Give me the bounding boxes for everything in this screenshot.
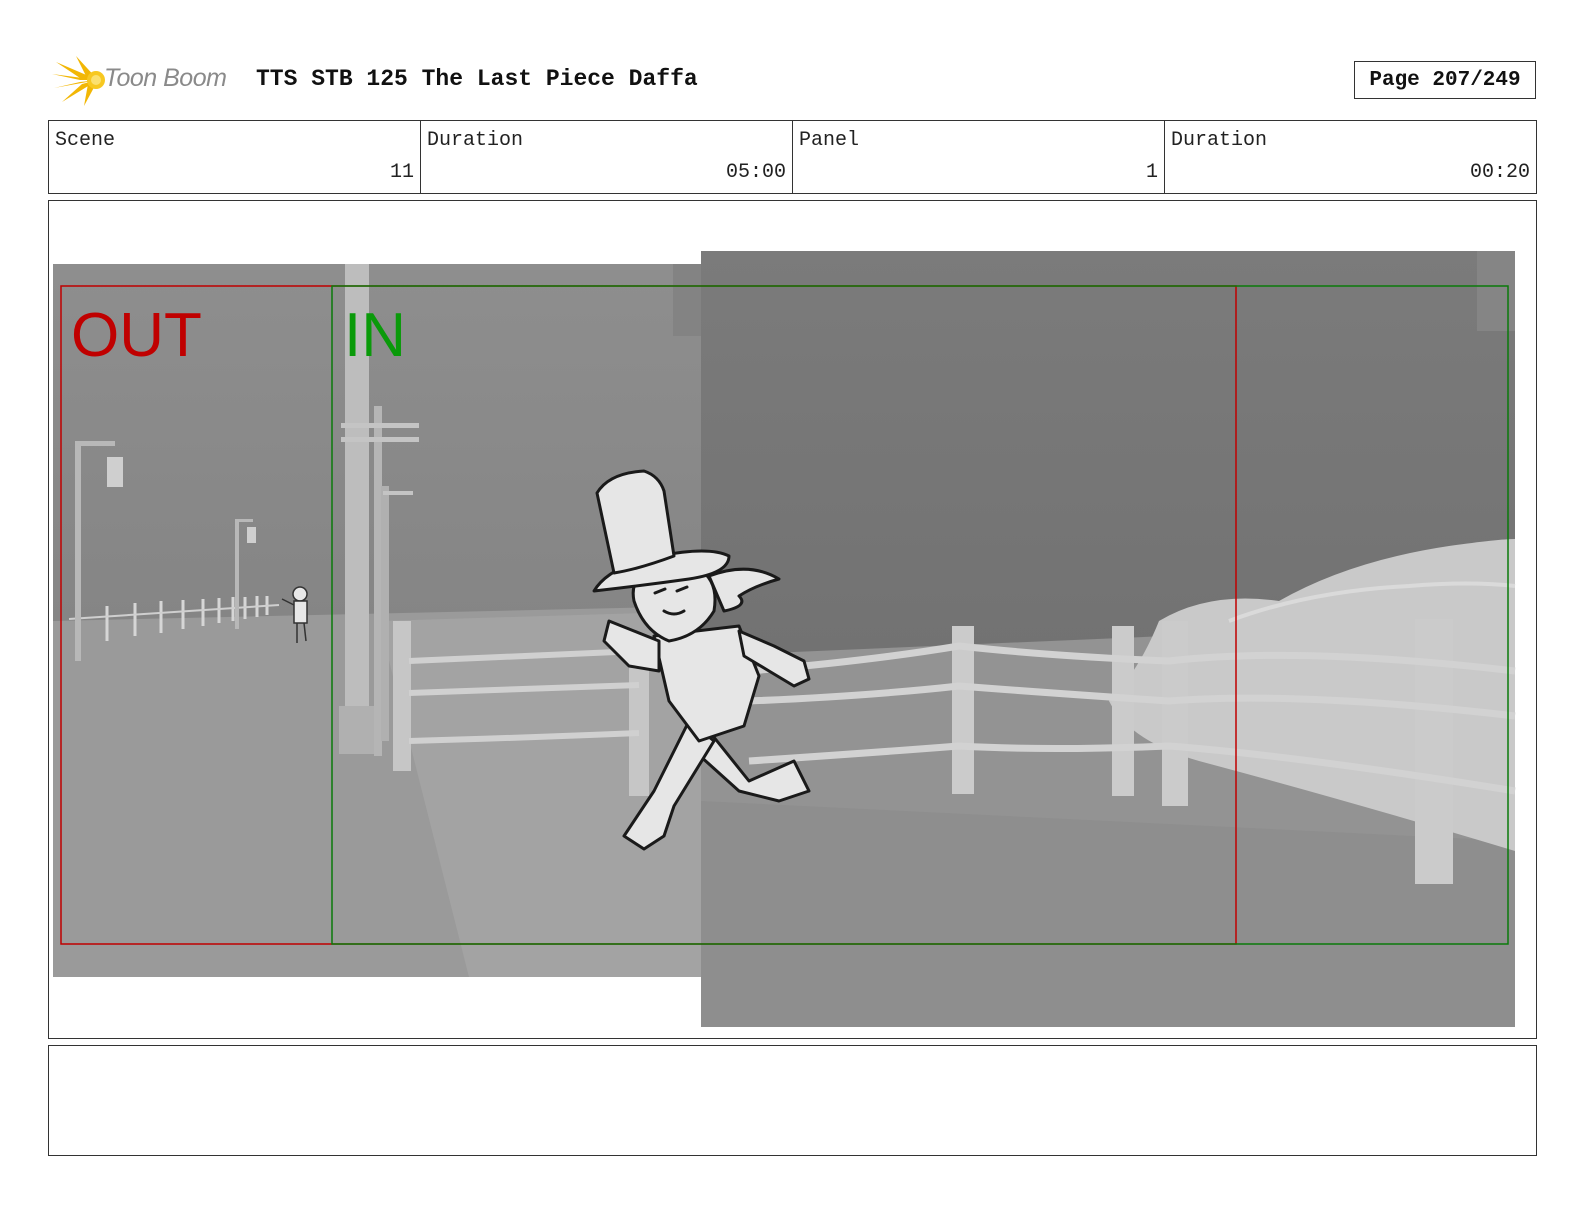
panel-illustration: OUT IN [53,251,1516,1027]
viewport-menu-right [1477,251,1515,331]
scene-duration-value: 05:00 [725,161,786,184]
panel-value: 1 [1145,161,1158,184]
scene-duration-label: Duration [427,129,524,152]
panel-notes-box [48,1045,1537,1156]
panel-image-frame: OUT IN [48,200,1537,1039]
panel-cell: Panel 1 [793,121,1165,193]
in-label: IN [344,301,406,370]
panel-label: Panel [799,129,860,152]
page-indicator: Page 207/249 [1354,61,1536,99]
scene-info-table: Scene 11 Duration 05:00 Panel 1 Duration… [48,120,1537,194]
panel-duration-cell: Duration 00:20 [1165,121,1536,193]
logo-text: Toon Boom [104,64,227,92]
scene-duration-cell: Duration 05:00 [421,121,793,193]
right-background [701,251,1516,1027]
panel-duration-label: Duration [1171,129,1268,152]
out-label: OUT [71,301,202,370]
panel-duration-value: 00:20 [1469,161,1530,184]
document-title: TTS STB 125 The Last Piece Daffa [256,66,698,92]
scene-value: 11 [389,161,414,184]
starburst-icon [52,56,105,106]
scene-label: Scene [55,129,116,152]
scene-cell: Scene 11 [49,121,421,193]
